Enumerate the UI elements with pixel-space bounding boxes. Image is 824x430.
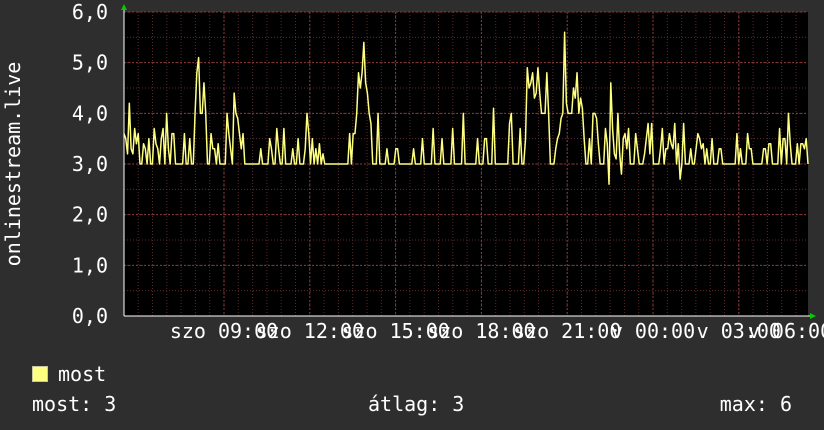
- stat-average: átlag: 3: [368, 392, 465, 416]
- y-tick-label: 4,0: [72, 101, 108, 125]
- rrd-graph: 0,0 1,0 2,0 3,0 4,0 5,0 6,0 szo 09:00 szo 12:00 s…: [0, 0, 824, 430]
- x-tick-label: v 00:00: [611, 319, 695, 343]
- y-tick-label: 0,0: [72, 304, 108, 328]
- y-tick-label: 5,0: [72, 51, 108, 75]
- y-axis-label: onlinestream.live: [1, 62, 25, 267]
- legend-swatch-most: [32, 366, 48, 382]
- y-tick-label: 1,0: [72, 253, 108, 277]
- legend: most: [32, 362, 106, 386]
- legend-label-most: most: [58, 362, 107, 386]
- x-tick-label: szo 21:00: [513, 319, 621, 343]
- stat-current: most: 3: [32, 392, 117, 416]
- y-tick-label: 3,0: [72, 152, 108, 176]
- y-tick-label: 6,0: [72, 0, 108, 24]
- y-axis-arrow: [121, 4, 127, 10]
- line-chart: 0,01,02,03,04,05,06,0szo 09:00szo 12:00s…: [1, 0, 824, 343]
- y-tick-label: 2,0: [72, 203, 108, 227]
- stats-row: most: 3 átlag: 3 max: 6: [32, 392, 792, 416]
- x-tick-label: v 06:00: [748, 319, 824, 343]
- stat-maximum: max: 6: [719, 392, 792, 416]
